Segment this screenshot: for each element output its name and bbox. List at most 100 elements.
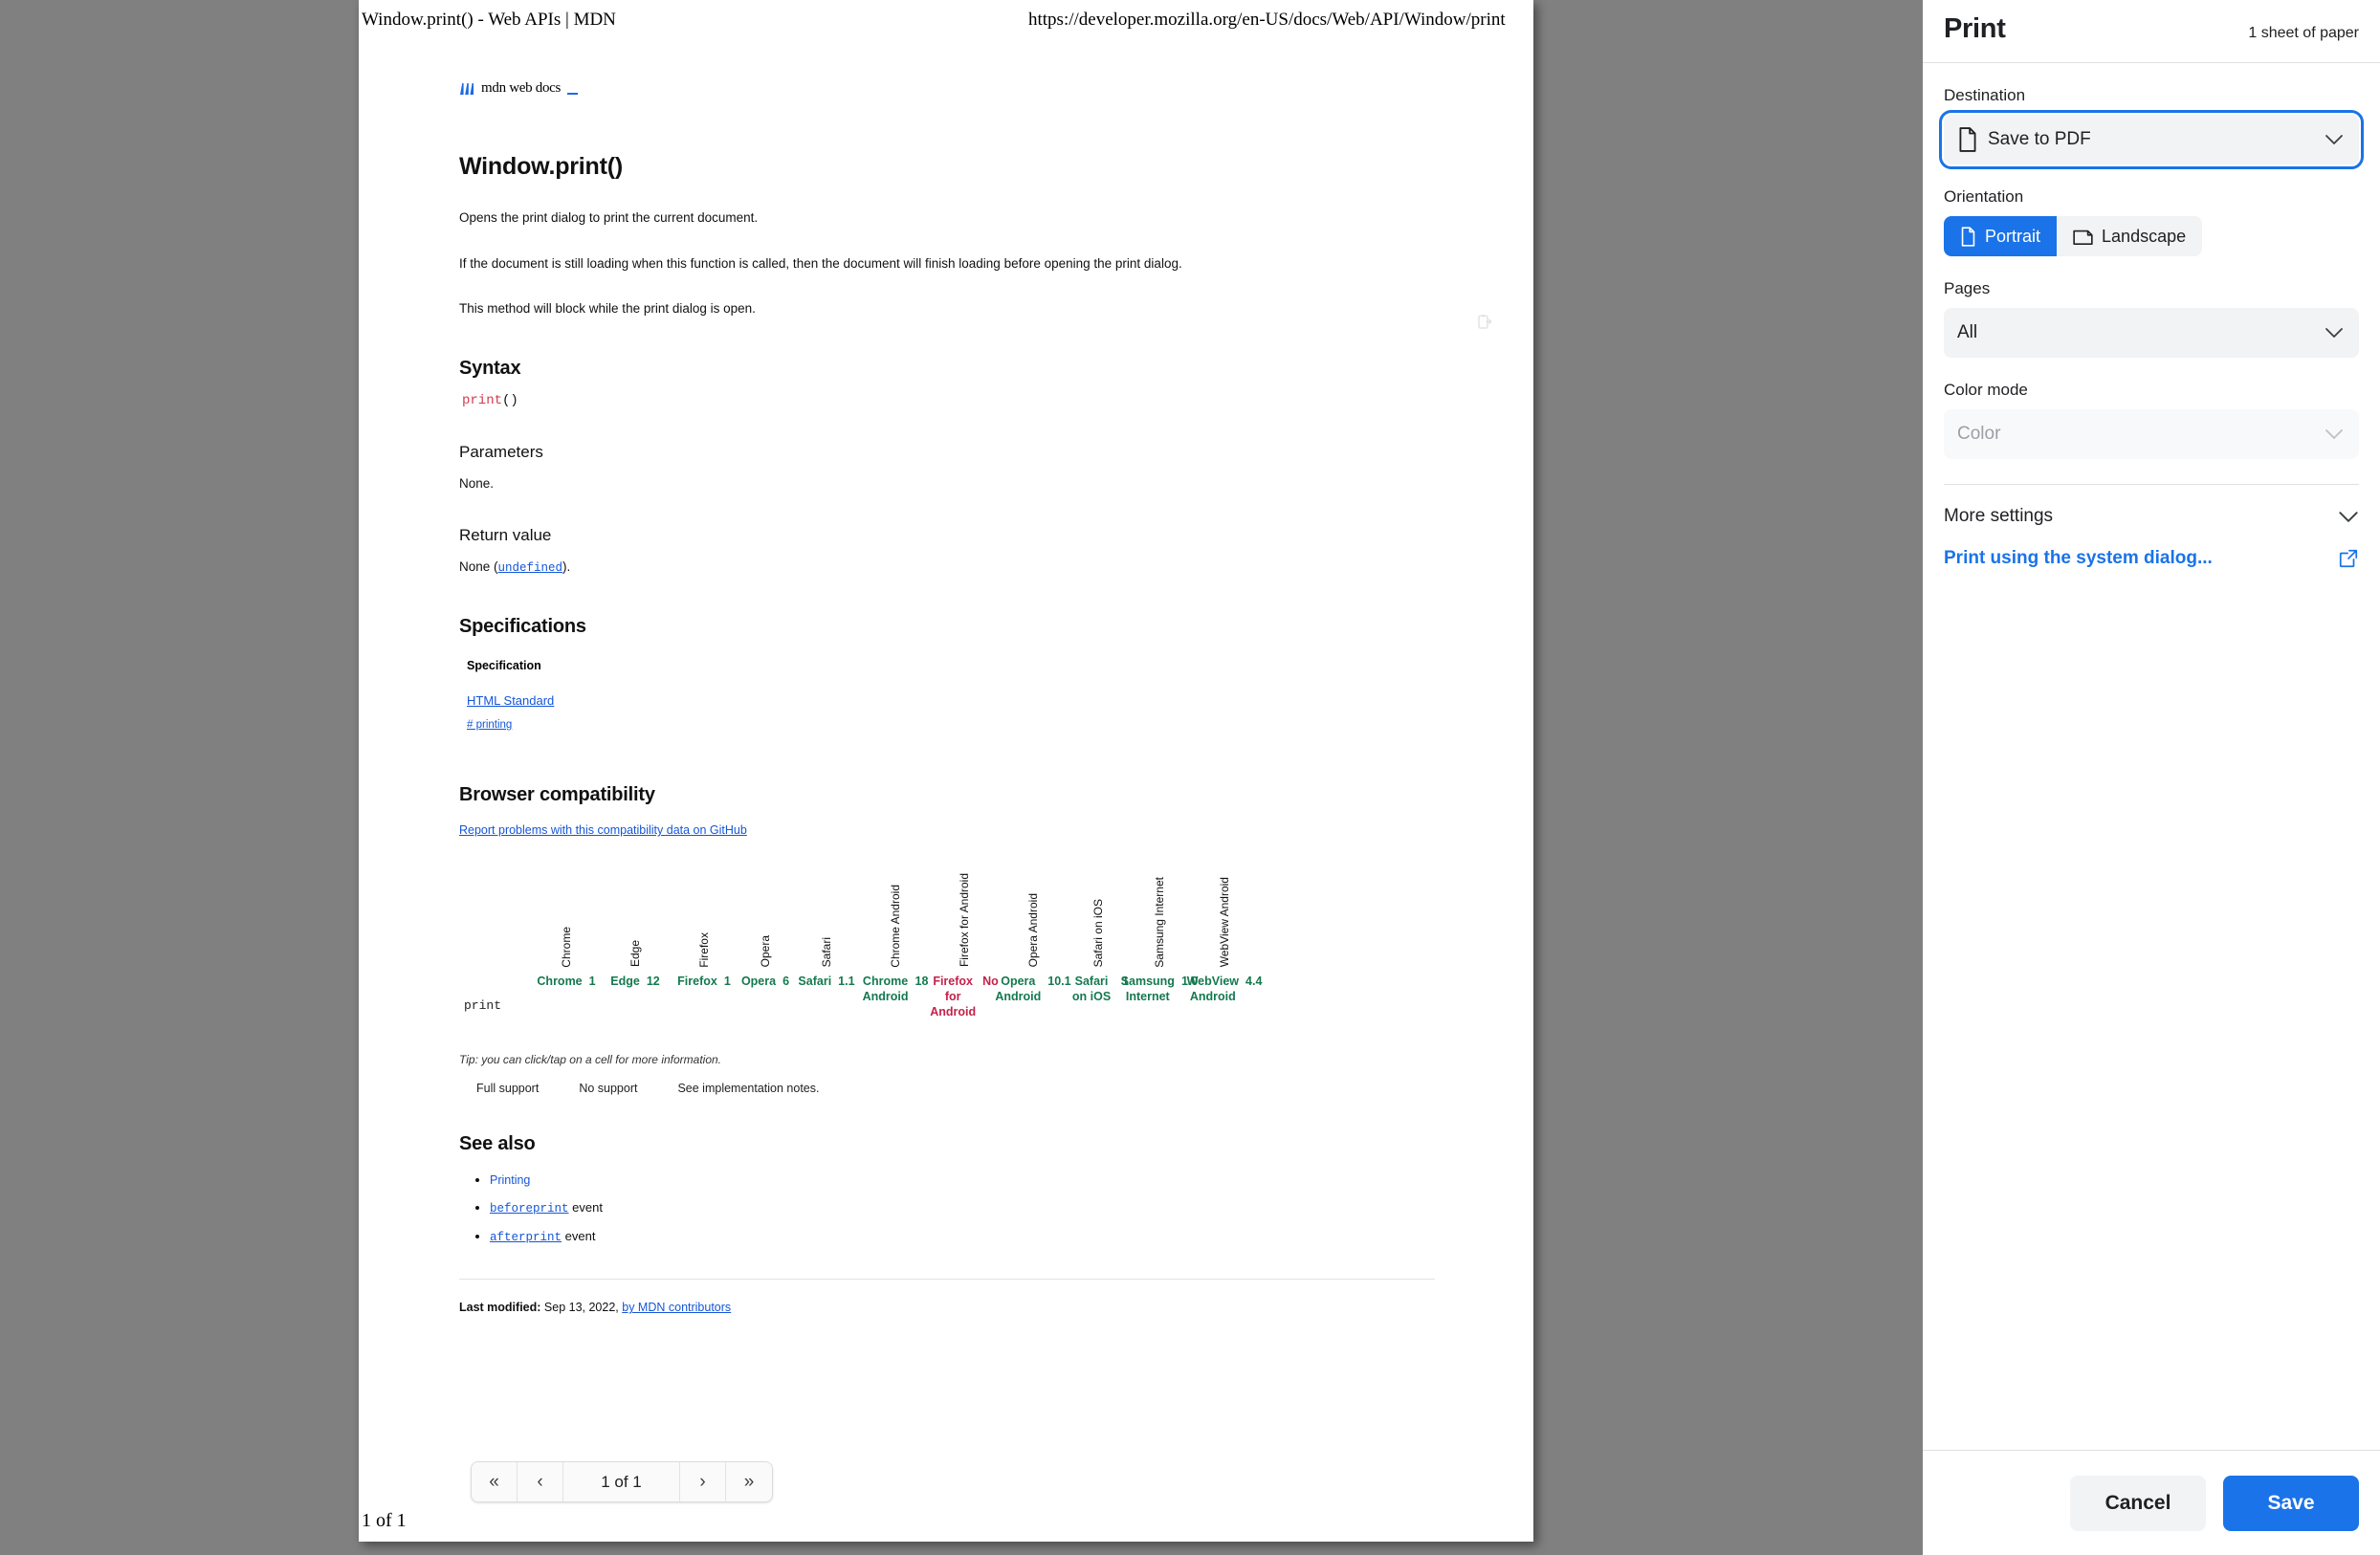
legend-full-support: Full support xyxy=(476,1082,540,1096)
document-icon xyxy=(1959,127,1976,152)
compat-cell-browser: Firefox xyxy=(677,975,717,989)
compat-cell[interactable]: Edge 12 xyxy=(605,975,666,990)
intro-paragraph-2: If the document is still loading when th… xyxy=(459,255,1182,271)
see-also-link[interactable]: beforeprint xyxy=(490,1202,569,1216)
color-mode-select: Color xyxy=(1944,409,2359,459)
compat-cell-browser: Opera Android xyxy=(995,975,1042,1004)
report-problems-link[interactable]: Report problems with this compatibility … xyxy=(459,823,1435,837)
save-button[interactable]: Save xyxy=(2223,1475,2359,1531)
parameters-heading: Parameters xyxy=(459,442,543,461)
see-also-link[interactable]: Printing xyxy=(490,1173,530,1187)
compat-cell[interactable]: Opera 6 xyxy=(735,975,796,990)
compat-cell[interactable]: WebView Android 4.4 xyxy=(1187,975,1263,1004)
next-page-button[interactable]: › xyxy=(680,1462,726,1501)
more-settings-row[interactable]: More settings xyxy=(1923,506,2380,527)
orientation-landscape-label: Landscape xyxy=(2102,226,2187,246)
header-divider xyxy=(1923,62,2380,63)
compat-cell-version: 1 xyxy=(723,975,731,989)
page-header-url: https://developer.mozilla.org/en-US/docs… xyxy=(1028,10,1506,30)
orientation-toggle-group[interactable]: Portrait Landscape xyxy=(1944,216,2359,256)
page-footer-count: 1 of 1 xyxy=(362,1510,407,1531)
mdn-m-icon xyxy=(460,83,474,95)
syntax-code-block: print() xyxy=(462,393,1435,408)
html-standard-link[interactable]: HTML Standard xyxy=(467,693,1435,708)
copy-clipboard-icon[interactable] xyxy=(1476,314,1493,331)
compat-cell-version: 1.1 xyxy=(838,975,855,989)
last-modified: Last modified: Sep 13, 2022, by MDN cont… xyxy=(459,1301,1435,1314)
compat-cell-version: 18 xyxy=(915,975,929,989)
chevron-down-icon xyxy=(2325,429,2343,439)
pages-select[interactable]: All xyxy=(1944,308,2359,358)
compat-cell-browser: Opera xyxy=(740,975,777,989)
compat-cell[interactable]: Chrome Android 18 xyxy=(862,975,929,1004)
legend-implementation-notes: See implementation notes. xyxy=(677,1082,820,1096)
system-dialog-label: Print using the system dialog... xyxy=(1944,548,2213,568)
last-modified-date: Sep 13, 2022, xyxy=(543,1301,619,1315)
undefined-link[interactable]: undefined xyxy=(498,561,563,575)
compat-cell[interactable]: Chrome 1 xyxy=(536,975,597,990)
last-modified-label: Last modified: xyxy=(459,1301,541,1315)
print-settings-body: Destination Save to PDF Orientation Port… xyxy=(1923,86,2380,459)
previous-page-button[interactable]: ‹ xyxy=(518,1462,563,1501)
chevron-down-icon xyxy=(2339,511,2358,522)
compat-browser-name: Safari xyxy=(820,937,833,968)
compat-browser-name: WebView Android xyxy=(1218,877,1231,968)
destination-label: Destination xyxy=(1944,86,2026,104)
system-dialog-row[interactable]: Print using the system dialog... xyxy=(1923,548,2380,569)
compat-browser-name: Safari on iOS xyxy=(1091,899,1105,968)
landscape-page-icon xyxy=(2073,230,2093,245)
page-navigation-toolbar[interactable]: « ‹ 1 of 1 › » xyxy=(471,1461,773,1502)
mdn-contributors-link[interactable]: by MDN contributors xyxy=(622,1301,731,1314)
orientation-portrait-label: Portrait xyxy=(1985,226,2041,246)
destination-select[interactable]: Save to PDF xyxy=(1939,110,2364,169)
compat-column-header: Chrome Android xyxy=(865,854,926,968)
print-settings-panel: Print 1 sheet of paper Destination Save … xyxy=(1923,0,2380,1555)
orientation-landscape-button[interactable]: Landscape xyxy=(2057,216,2203,256)
compat-cell-browser: Safari xyxy=(798,975,832,989)
compat-cell[interactable]: Safari on iOS 1 xyxy=(1068,975,1129,1004)
see-also-item: afterprint event xyxy=(490,1229,1435,1244)
intro-paragraph-3: This method will block while the print d… xyxy=(459,301,756,317)
compat-tip: Tip: you can click/tap on a cell for mor… xyxy=(459,1053,722,1067)
compat-browser-name: Chrome xyxy=(560,926,573,968)
chevron-down-icon xyxy=(2325,135,2343,144)
compat-cell[interactable]: Firefox 1 xyxy=(673,975,735,990)
return-prefix: None ( xyxy=(459,559,498,575)
compat-cell-browser: Samsung Internet xyxy=(1120,975,1175,1004)
print-panel-footer: Cancel Save xyxy=(1923,1450,2380,1555)
compat-cell-browser: Chrome Android xyxy=(862,975,909,1004)
compat-cell-version: 1 xyxy=(588,975,596,989)
intro-paragraph-1: Opens the print dialog to print the curr… xyxy=(459,210,759,225)
browser-compatibility-heading: Browser compatibility xyxy=(459,784,655,806)
compat-cell[interactable]: Opera Android 10.1 xyxy=(995,975,1070,1004)
compat-browser-name: Opera Android xyxy=(1026,893,1040,968)
compat-column-header: Chrome xyxy=(536,854,597,968)
compat-column-header: Edge xyxy=(605,854,666,967)
see-also-item: beforeprint event xyxy=(490,1200,1435,1216)
compat-column-header: Firefox for Android xyxy=(934,854,995,967)
compat-row-label: print xyxy=(464,998,502,1014)
orientation-portrait-button[interactable]: Portrait xyxy=(1944,216,2058,256)
compat-cell[interactable]: Samsung Internet 1.0 xyxy=(1121,975,1199,1004)
first-page-button[interactable]: « xyxy=(472,1462,518,1501)
parameters-value: None. xyxy=(459,475,495,491)
external-link-icon xyxy=(2339,549,2358,568)
compat-cell-version: 4.4 xyxy=(1245,975,1263,989)
compat-cell[interactable]: Firefox for Android No xyxy=(930,975,999,1019)
legend-no-support: No support xyxy=(579,1082,638,1096)
page-running-header: Window.print() - Web APIs | MDN https://… xyxy=(359,10,1533,36)
syntax-code-keyword: print xyxy=(462,392,503,408)
compat-cell[interactable]: Safari 1.1 xyxy=(796,975,857,990)
portrait-page-icon xyxy=(1961,226,1975,247)
see-also-link[interactable]: afterprint xyxy=(490,1231,562,1244)
last-page-button[interactable]: » xyxy=(726,1462,772,1501)
mdn-underscore-icon xyxy=(567,93,579,95)
specification-column-header: Specification xyxy=(467,659,541,673)
browser-compatibility-table[interactable]: print Chrome Chrome 1 Edge Edge 12 Firefox Fire… xyxy=(459,854,1435,1036)
printing-anchor-link[interactable]: # printing xyxy=(467,719,1435,731)
compat-column-header: Firefox xyxy=(673,854,735,968)
compat-cell-version: 6 xyxy=(782,975,790,989)
compat-legend: Full support No support See implementati… xyxy=(476,1082,1435,1095)
pages-label: Pages xyxy=(1944,279,1991,297)
cancel-button[interactable]: Cancel xyxy=(2070,1475,2206,1531)
